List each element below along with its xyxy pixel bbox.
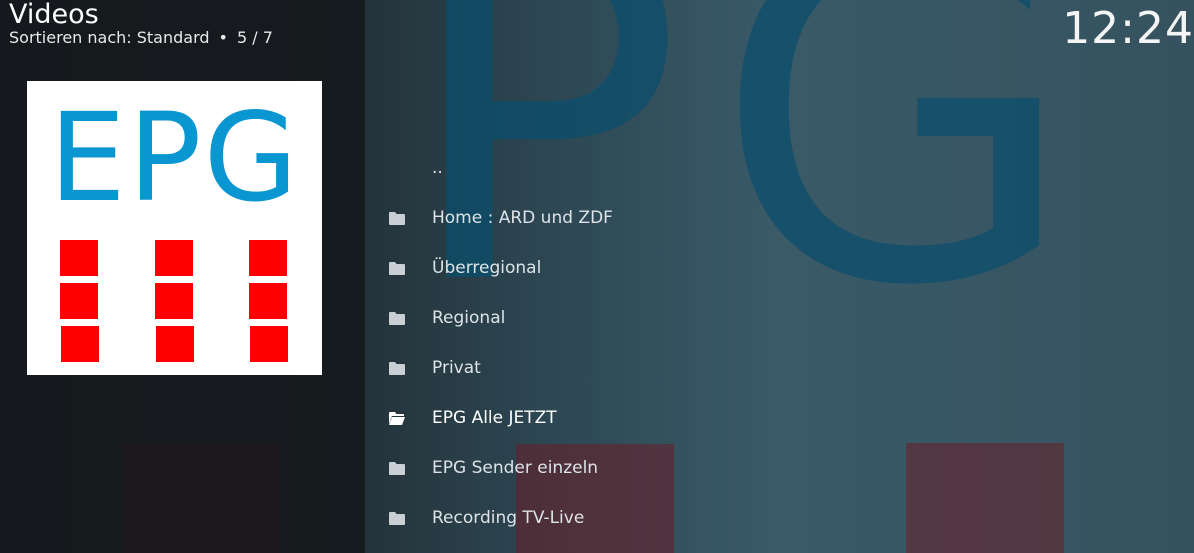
list-item-label: Home : ARD und ZDF: [432, 208, 613, 228]
item-position: 5 / 7: [236, 28, 273, 47]
folder-icon: [389, 512, 405, 525]
list-item-label: Privat: [432, 358, 481, 378]
epg-red-square: [249, 240, 287, 276]
list-item-label: ..: [432, 158, 443, 178]
folder-open-icon: [389, 412, 405, 425]
epg-red-square: [250, 326, 288, 362]
list-item-label: Überregional: [432, 258, 542, 278]
list-item-privat[interactable]: Privat: [365, 343, 1194, 393]
list-item-label: EPG Sender einzeln: [432, 458, 599, 478]
epg-red-square: [249, 283, 287, 319]
separator: •: [218, 28, 228, 47]
epg-logo-text: EPG: [48, 87, 301, 229]
list-item-label: Recording TV-Live: [432, 508, 585, 528]
list-item-epg-alle-jetzt[interactable]: EPG Alle JETZT: [365, 393, 1194, 443]
clock: 12:24: [1062, 3, 1194, 54]
list-item-parent[interactable]: ..: [365, 143, 1194, 193]
sort-label[interactable]: Sortieren nach: Standard: [9, 28, 210, 47]
info-panel: EPG: [0, 0, 365, 553]
list-item-ueberregional[interactable]: Überregional: [365, 243, 1194, 293]
folder-icon: [389, 212, 405, 225]
epg-red-square: [155, 240, 193, 276]
epg-red-square: [60, 283, 98, 319]
sort-info: Sortieren nach: Standard • 5 / 7: [9, 28, 273, 48]
list-item-epg-sender-einzeln[interactable]: EPG Sender einzeln: [365, 443, 1194, 493]
folder-icon: [389, 312, 405, 325]
epg-red-square: [155, 283, 193, 319]
epg-thumbnail: EPG: [27, 81, 322, 375]
list-item-label: EPG Alle JETZT: [432, 408, 557, 428]
folder-icon: [389, 262, 405, 275]
epg-red-square: [156, 326, 194, 362]
folder-icon: [389, 462, 405, 475]
epg-red-square: [60, 240, 98, 276]
folder-icon: [389, 362, 405, 375]
epg-red-square: [61, 326, 99, 362]
list-item-label: Regional: [432, 308, 506, 328]
list-item-regional[interactable]: Regional: [365, 293, 1194, 343]
file-list: .. Home : ARD und ZDF Überregional Regio…: [365, 143, 1194, 543]
list-item-recording-tv-live[interactable]: Recording TV-Live: [365, 493, 1194, 543]
list-item-home-ard-zdf[interactable]: Home : ARD und ZDF: [365, 193, 1194, 243]
